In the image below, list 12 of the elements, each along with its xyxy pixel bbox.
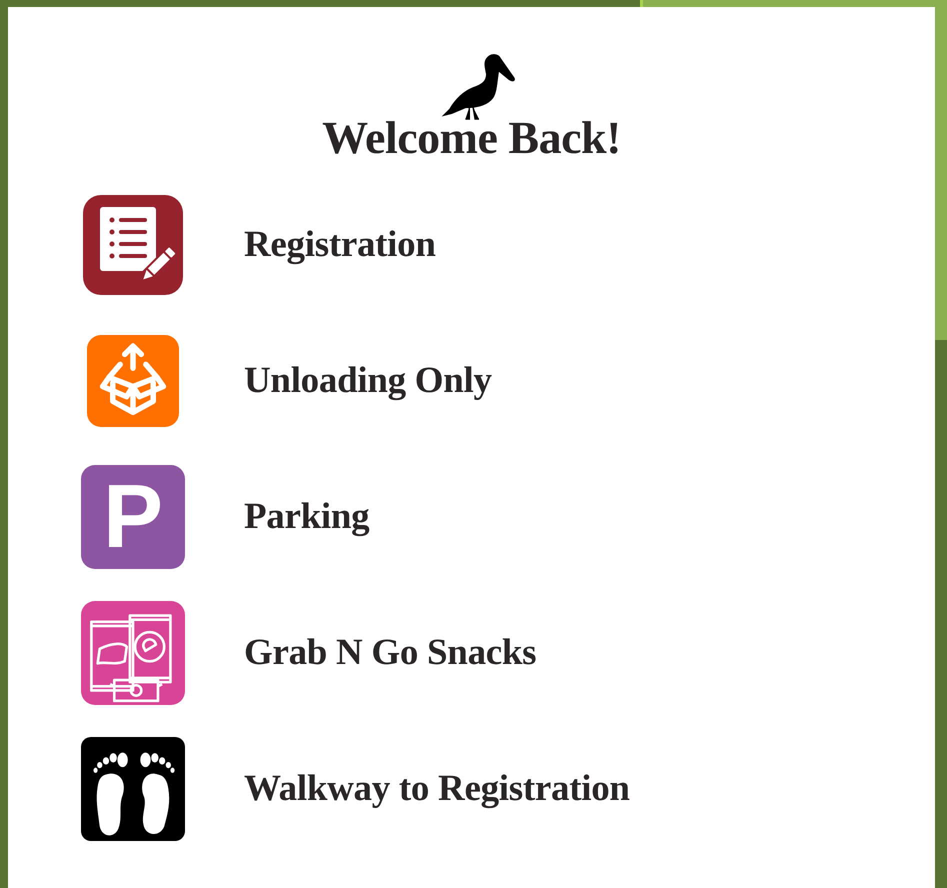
snack-packs-icon[interactable] [81,600,185,705]
footprints-icon[interactable] [81,736,185,841]
form-pencil-icon[interactable] [83,194,183,295]
pelican-icon [440,53,518,121]
menu-link[interactable]: Walkway to Registration [244,767,630,810]
page-title: Welcome Back! [322,113,621,164]
parking-letter: P [102,472,164,562]
menu-link[interactable]: Grab N Go Snacks [244,631,536,674]
menu-link[interactable]: Parking [244,495,370,538]
menu-link[interactable]: Registration [244,223,436,266]
menu-link[interactable]: Unloading Only [244,359,492,402]
parking-icon[interactable]: P [81,464,185,569]
